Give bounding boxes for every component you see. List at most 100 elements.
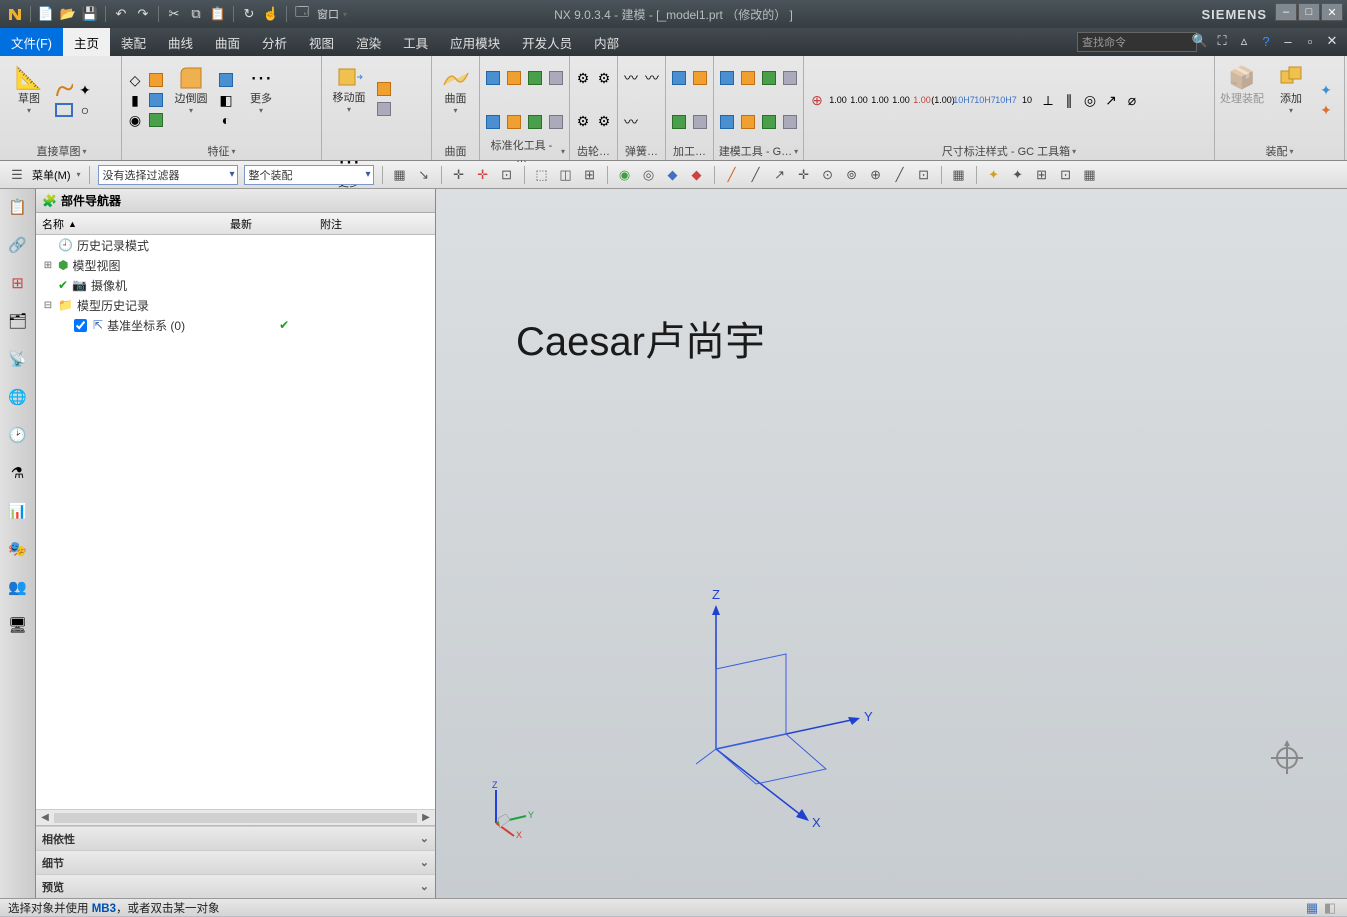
sel-t2-icon[interactable]: ↘ xyxy=(415,166,433,184)
dim-t10-icon[interactable]: 10H7 xyxy=(997,91,1015,109)
sel-cube2-icon[interactable]: ◎ xyxy=(640,166,658,184)
dim-t7-icon[interactable]: (1.00) xyxy=(934,91,952,109)
model-t3-icon[interactable] xyxy=(760,69,778,87)
dim-b1-icon[interactable]: ⟂ xyxy=(1039,91,1057,109)
rtab-history-icon[interactable]: 🕑 xyxy=(6,423,30,447)
mini-minimize-icon[interactable]: – xyxy=(1279,32,1297,50)
graphics-canvas[interactable]: Caesar卢尚宇 Z Y X Z Y X xyxy=(436,189,1347,898)
hole-icon[interactable]: ◉ xyxy=(126,111,144,129)
dim-t5-icon[interactable]: 1.00 xyxy=(892,91,910,109)
asm-t2-icon[interactable]: ✦ xyxy=(1317,101,1335,119)
tree-history[interactable]: ⊟📁模型历史记录 xyxy=(36,295,435,315)
rtab-reuse-icon[interactable]: 🗂 xyxy=(6,309,30,333)
paste-icon[interactable]: 📋 xyxy=(209,5,227,23)
feature-more-button[interactable]: ⋯更多▾ xyxy=(238,59,284,141)
move-face-button[interactable]: 移动面▾ xyxy=(326,58,372,140)
pattern-icon[interactable] xyxy=(147,91,165,109)
rtab-roles-icon[interactable]: 🎭 xyxy=(6,537,30,561)
tab-tools[interactable]: 工具 xyxy=(392,28,439,56)
rtab-part-navigator-icon[interactable]: 📋 xyxy=(6,195,30,219)
delete-face-icon[interactable] xyxy=(375,100,393,118)
rect-icon[interactable] xyxy=(55,101,73,119)
close-button[interactable]: ✕ xyxy=(1321,3,1343,21)
gear-2-icon[interactable]: ⚙ xyxy=(595,69,613,87)
snap-t7-icon[interactable]: ⊕ xyxy=(867,166,885,184)
tab-curve[interactable]: 曲线 xyxy=(157,28,204,56)
extrude-icon[interactable]: ▮ xyxy=(126,91,144,109)
gear-3-icon[interactable]: ⚙ xyxy=(574,113,592,131)
sketch-button[interactable]: 📐草图▾ xyxy=(6,59,52,141)
tab-view[interactable]: 视图 xyxy=(298,28,345,56)
handle-asm-button[interactable]: 📦处理装配 xyxy=(1219,59,1265,141)
dim-t3-icon[interactable]: 1.00 xyxy=(850,91,868,109)
misc-t5-icon[interactable]: ▦ xyxy=(1081,166,1099,184)
rtab-asm-navigator-icon[interactable]: 🔗 xyxy=(6,233,30,257)
minimize-button[interactable]: – xyxy=(1275,3,1297,21)
sel-cube4-icon[interactable]: ◆ xyxy=(688,166,706,184)
sel-t1-icon[interactable]: ▦ xyxy=(391,166,409,184)
std-tool-1-icon[interactable] xyxy=(484,69,502,87)
asm-t1-icon[interactable]: ✦ xyxy=(1317,81,1335,99)
dim-b3-icon[interactable]: ◎ xyxy=(1081,91,1099,109)
rtab-constraint-icon[interactable]: ⊞ xyxy=(6,271,30,295)
dim-t2-icon[interactable]: 1.00 xyxy=(829,91,847,109)
tree-datum[interactable]: ⇱基准坐标系 (0) ✔ xyxy=(36,315,435,335)
cut-icon[interactable]: ✂ xyxy=(165,5,183,23)
window-icon[interactable]: 🗔 xyxy=(293,5,311,23)
filter-combo[interactable]: 没有选择过滤器 xyxy=(98,165,238,185)
dim-b2-icon[interactable]: ∥ xyxy=(1060,91,1078,109)
view-t1-icon[interactable]: ▦ xyxy=(950,166,968,184)
sel-cube1-icon[interactable]: ◉ xyxy=(616,166,634,184)
snap-t8-icon[interactable]: ╱ xyxy=(891,166,909,184)
status-cube-icon[interactable]: ◧ xyxy=(1321,899,1339,917)
tree-history-mode[interactable]: 🕘历史记录模式 xyxy=(36,235,435,255)
sel-t5-icon[interactable]: ⊡ xyxy=(498,166,516,184)
copy-icon[interactable]: ⧉ xyxy=(187,5,205,23)
revolve-icon[interactable] xyxy=(147,111,165,129)
accordion-preview[interactable]: 预览⌄ xyxy=(36,874,435,898)
profile-icon[interactable] xyxy=(55,81,73,99)
tab-home[interactable]: 主页 xyxy=(63,28,110,56)
menu-btn-label[interactable]: 菜单(M) xyxy=(32,167,71,183)
scope-combo[interactable]: 整个装配 xyxy=(244,165,374,185)
tab-application[interactable]: 应用模块 xyxy=(439,28,511,56)
shell-icon[interactable] xyxy=(217,71,235,89)
maximize-button[interactable]: □ xyxy=(1298,3,1320,21)
model-t1-icon[interactable] xyxy=(718,69,736,87)
tab-assembly[interactable]: 装配 xyxy=(110,28,157,56)
rtab-system-icon[interactable]: 🖥 xyxy=(6,613,30,637)
model-t4-icon[interactable] xyxy=(781,69,799,87)
rtab-people-icon[interactable]: 👥 xyxy=(6,575,30,599)
touch-icon[interactable]: ☝ xyxy=(262,5,280,23)
dim-t9-icon[interactable]: 10H7 xyxy=(976,91,994,109)
trim-icon[interactable]: ◐ xyxy=(217,111,235,129)
tree-camera[interactable]: ✔📷摄像机 xyxy=(36,275,435,295)
navigator-tree[interactable]: 🕘历史记录模式 ⊞⬢模型视图 ✔📷摄像机 ⊟📁模型历史记录 ⇱基准坐标系 (0)… xyxy=(36,235,435,809)
menu-icon[interactable]: ☰ xyxy=(8,166,26,184)
tab-surface[interactable]: 曲面 xyxy=(204,28,251,56)
mini-close-icon[interactable]: ✕ xyxy=(1323,32,1341,50)
undo-icon[interactable]: ↶ xyxy=(112,5,130,23)
model-t8-icon[interactable] xyxy=(781,113,799,131)
model-t5-icon[interactable] xyxy=(718,113,736,131)
dim-t8-icon[interactable]: 10H7 xyxy=(955,91,973,109)
chamfer-button[interactable]: 边倒圆▾ xyxy=(168,59,214,141)
sel-t4-icon[interactable]: ✛ xyxy=(474,166,492,184)
dim-b5-icon[interactable]: ⌀ xyxy=(1123,91,1141,109)
std-tool-2-icon[interactable] xyxy=(505,69,523,87)
misc-t3-icon[interactable]: ⊞ xyxy=(1033,166,1051,184)
col-latest[interactable]: 最新 xyxy=(226,216,316,232)
accordion-dependency[interactable]: 相依性⌄ xyxy=(36,826,435,850)
navigator-hscroll[interactable]: ◀▶ xyxy=(36,809,435,825)
dim-t1-icon[interactable]: ⊕ xyxy=(808,91,826,109)
misc-t1-icon[interactable]: ✦ xyxy=(985,166,1003,184)
std-tool-3-icon[interactable] xyxy=(526,69,544,87)
model-t6-icon[interactable] xyxy=(739,113,757,131)
tab-analysis[interactable]: 分析 xyxy=(251,28,298,56)
gear-1-icon[interactable]: ⚙ xyxy=(574,69,592,87)
rtab-browser-icon[interactable]: 🌐 xyxy=(6,385,30,409)
tab-render[interactable]: 渲染 xyxy=(345,28,392,56)
surface-button[interactable]: 曲面▾ xyxy=(436,59,475,141)
model-t7-icon[interactable] xyxy=(760,113,778,131)
resize-face-icon[interactable] xyxy=(375,80,393,98)
